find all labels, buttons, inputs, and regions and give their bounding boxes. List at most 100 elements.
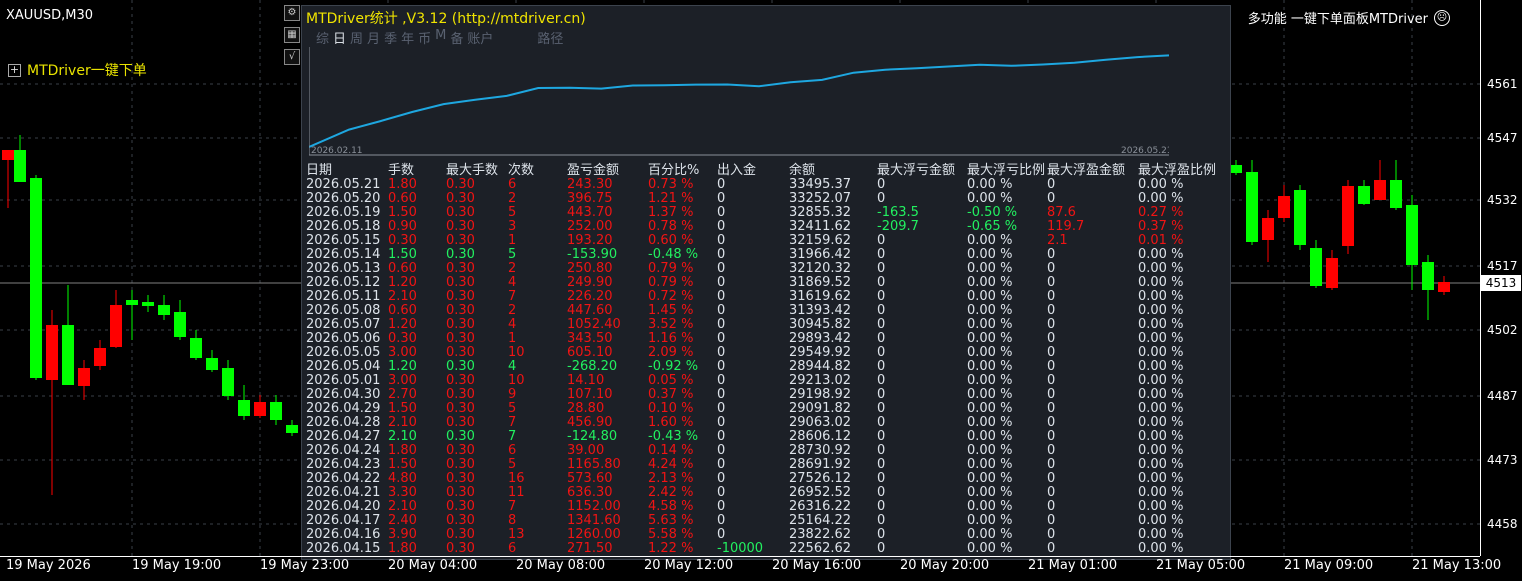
table-cell: 1.50 [388, 457, 417, 472]
tab-4[interactable]: 季 [384, 28, 397, 47]
table-cell: 0 [717, 233, 726, 248]
column-header: 次数 [508, 163, 535, 178]
tab-10[interactable]: 路径 [537, 28, 563, 47]
time-label: 19 May 2026 [6, 558, 91, 573]
table-cell: 2.40 [388, 513, 417, 528]
table-cell: -10000 [717, 541, 764, 556]
tab-0[interactable]: 综 [316, 28, 329, 47]
tab-9[interactable]: 账户 [467, 28, 493, 47]
grid-icon[interactable]: ▦ [284, 27, 300, 43]
table-cell: 29893.42 [789, 331, 852, 346]
table-cell: 0.00 % [1138, 303, 1184, 318]
table-cell: 0.30 [446, 513, 475, 528]
table-cell: 0 [877, 233, 886, 248]
table-cell: 0.00 % [1138, 359, 1184, 374]
tab-6[interactable]: 币 [418, 28, 431, 47]
tab-8[interactable]: 备 [450, 28, 463, 47]
candle-body [1262, 218, 1274, 240]
table-cell: 3.00 [388, 373, 417, 388]
candle-body [94, 348, 106, 366]
candle-body [110, 305, 122, 347]
table-cell: 0.00 % [1138, 345, 1184, 360]
tab-1[interactable]: 日 [333, 28, 346, 47]
table-cell: 6 [508, 443, 517, 458]
table-cell: 1.80 [388, 443, 417, 458]
table-cell: 0 [1047, 499, 1056, 514]
table-cell: 0.05 % [648, 373, 694, 388]
table-cell: 0.00 % [1138, 317, 1184, 332]
panel-name[interactable]: 多功能 一键下单面板MTDriver ☹ [1248, 8, 1450, 27]
table-cell: 7 [508, 415, 517, 430]
table-cell: 1.20 [388, 317, 417, 332]
table-cell: 0 [1047, 261, 1056, 276]
plus-box-icon[interactable]: + [8, 63, 21, 77]
candle-body [1310, 248, 1322, 286]
ea-label[interactable]: + MTDriver一键下单 [8, 60, 147, 80]
settings-icon[interactable]: ⚙ [284, 5, 300, 21]
table-cell: 0.30 [446, 471, 475, 486]
table-cell: 0 [877, 485, 886, 500]
table-cell: 0 [717, 219, 726, 234]
candle-body [238, 400, 250, 416]
table-cell: 0.30 [446, 261, 475, 276]
table-cell: 456.90 [567, 415, 613, 430]
table-cell: 0.30 [446, 457, 475, 472]
table-cell: -153.90 [567, 247, 618, 262]
tab-7[interactable]: M [435, 28, 446, 47]
table-cell: 1.22 % [648, 541, 694, 556]
table-cell: 2026.05.18 [306, 219, 381, 234]
table-cell: 2026.04.21 [306, 485, 381, 500]
table-cell: 119.7 [1047, 219, 1085, 234]
table-cell: 0.30 [446, 359, 475, 374]
table-cell: 0 [1047, 303, 1056, 318]
table-cell: 2026.04.16 [306, 527, 381, 542]
table-cell: 0 [717, 513, 726, 528]
time-axis: 19 May 2026 19 May 19:00 19 May 23:00 20 Ma… [0, 556, 1501, 581]
tab-2[interactable]: 周 [350, 28, 363, 47]
column-header: 余额 [789, 163, 816, 178]
table-cell: 271.50 [567, 541, 613, 556]
table-cell: 0.00 % [1138, 261, 1184, 276]
time-label: 19 May 23:00 [260, 558, 350, 573]
table-cell: 0 [1047, 485, 1056, 500]
table-cell: 2026.05.15 [306, 233, 381, 248]
table-cell: 3.30 [388, 485, 417, 500]
time-label: 20 May 04:00 [388, 558, 478, 573]
table-cell: 0.00 % [967, 387, 1013, 402]
tab-bar: 综日周月季年币 M 备账户 路径 [316, 28, 567, 47]
table-cell: 0 [1047, 331, 1056, 346]
tab-5[interactable]: 年 [401, 28, 414, 47]
table-cell: 0.30 [446, 191, 475, 206]
table-cell: 1.45 % [648, 303, 694, 318]
equity-start-date: 2026.02.11 [311, 146, 363, 156]
equity-end-date: 2026.05.21 [1121, 146, 1169, 156]
ea-name: MTDriver一键下单 [27, 63, 147, 79]
table-cell: 4 [508, 359, 517, 374]
table-cell: 107.10 [567, 387, 613, 402]
table-cell: 0.00 % [967, 177, 1013, 192]
table-cell: 32855.32 [789, 205, 852, 220]
candle-body [1326, 258, 1338, 288]
table-cell: 23822.62 [789, 527, 852, 542]
table-cell: 0 [717, 205, 726, 220]
equity-line [309, 54, 1169, 148]
table-cell: 0 [1047, 387, 1056, 402]
table-cell: -209.7 [877, 219, 919, 234]
candle-body [126, 300, 138, 305]
table-cell: 0 [717, 429, 726, 444]
tab-3[interactable]: 月 [367, 28, 380, 47]
price-label: 4532 [1487, 193, 1518, 207]
table-cell: 0.00 % [967, 233, 1013, 248]
check-icon[interactable]: √ [284, 49, 300, 65]
table-cell: 2026.05.14 [306, 247, 381, 262]
table-cell: 11 [508, 485, 525, 500]
table-cell: 29549.92 [789, 345, 852, 360]
table-cell: 0.78 % [648, 219, 694, 234]
table-cell: 0.00 % [967, 317, 1013, 332]
table-cell: 0.60 [388, 261, 417, 276]
table-cell: 0.00 % [967, 275, 1013, 290]
table-cell: 2026.05.05 [306, 345, 381, 360]
table-cell: 1.37 % [648, 205, 694, 220]
table-cell: 636.30 [567, 485, 613, 500]
candle-body [1246, 172, 1258, 242]
